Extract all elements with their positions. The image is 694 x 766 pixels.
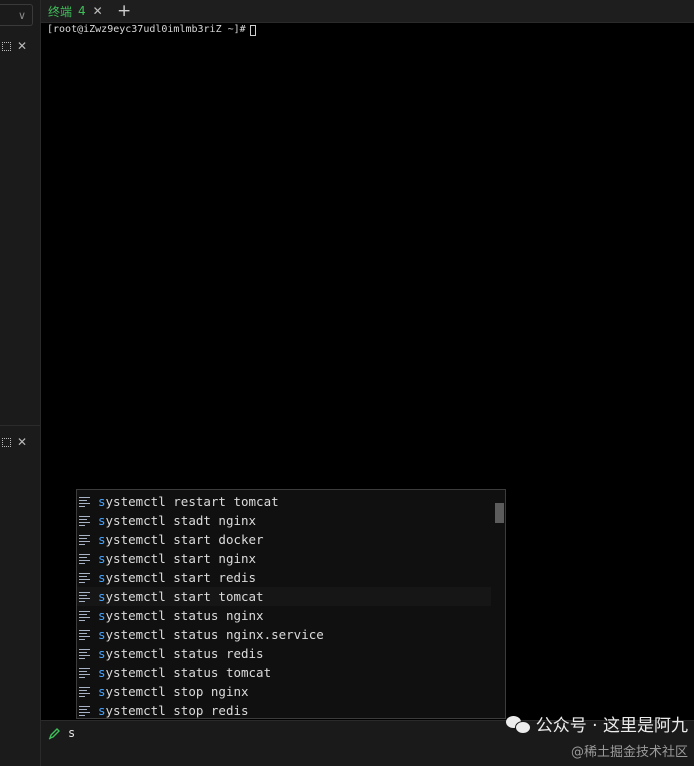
- command-suggestion: ystemctl stop redis: [105, 703, 249, 718]
- left-side-panel: ∨ ✕ ✕: [0, 0, 41, 766]
- match-prefix: s: [98, 570, 106, 585]
- history-list-icon: [79, 496, 93, 507]
- command-suggestion: ystemctl status nginx: [105, 608, 264, 623]
- pane-controls-bottom: ✕: [2, 436, 27, 448]
- close-tab-icon[interactable]: ✕: [93, 4, 103, 18]
- tab-title: 终端: [48, 4, 73, 19]
- match-prefix: s: [98, 703, 106, 718]
- history-list-icon: [79, 591, 93, 602]
- wechat-icon: [505, 714, 531, 734]
- expand-icon[interactable]: [2, 41, 11, 51]
- command-suggestion: ystemctl restart tomcat: [105, 494, 279, 509]
- pane-controls-top: ✕: [2, 40, 27, 52]
- chevron-down-icon[interactable]: ∨: [18, 9, 26, 22]
- watermark: 公众号 · 这里是阿九: [505, 711, 688, 736]
- command-suggestion: ystemctl start nginx: [105, 551, 257, 566]
- match-prefix: s: [98, 608, 106, 623]
- autocomplete-item[interactable]: s ystemctl stop redis: [77, 701, 491, 720]
- close-icon[interactable]: ✕: [17, 436, 27, 448]
- command-suggestion: ystemctl stop nginx: [105, 684, 249, 699]
- history-list-icon: [79, 515, 93, 526]
- autocomplete-item[interactable]: s ystemctl start tomcat: [77, 587, 491, 606]
- history-list-icon: [79, 667, 93, 678]
- pen-icon: [48, 727, 61, 743]
- command-suggestion: ystemctl start docker: [105, 532, 264, 547]
- autocomplete-item[interactable]: s ystemctl restart tomcat: [77, 492, 491, 511]
- match-prefix: s: [98, 513, 106, 528]
- autocomplete-item[interactable]: s ystemctl stadt nginx: [77, 511, 491, 530]
- command-suggestion: ystemctl start redis: [105, 570, 257, 585]
- match-prefix: s: [98, 684, 106, 699]
- history-list-icon: [79, 648, 93, 659]
- command-suggestion: ystemctl status tomcat: [105, 665, 272, 680]
- match-prefix: s: [98, 494, 106, 509]
- prompt-line: [root@iZwz9eyc37udl0imlmb3riZ ~]#: [47, 23, 256, 37]
- add-tab-button[interactable]: +: [117, 0, 131, 22]
- autocomplete-item[interactable]: s ystemctl start docker: [77, 530, 491, 549]
- match-prefix: s: [98, 551, 106, 566]
- history-list-icon: [79, 705, 93, 716]
- command-suggestion: ystemctl status redis: [105, 646, 264, 661]
- session-dropdown[interactable]: ∨: [0, 4, 33, 26]
- match-prefix: s: [98, 627, 106, 642]
- autocomplete-item[interactable]: s ystemctl stop nginx: [77, 682, 491, 701]
- match-prefix: s: [98, 532, 106, 547]
- history-list-icon: [79, 572, 93, 583]
- history-list-icon: [79, 610, 93, 621]
- text-cursor: [249, 24, 256, 36]
- command-suggestion: ystemctl status nginx.service: [105, 627, 324, 642]
- history-list-icon: [79, 534, 93, 545]
- plus-icon[interactable]: +: [117, 1, 131, 21]
- shell-prompt: [root@iZwz9eyc37udl0imlmb3riZ ~]#: [47, 24, 246, 35]
- tab-bar: 终端 4 ✕ +: [41, 0, 694, 23]
- autocomplete-item[interactable]: s ystemctl status tomcat: [77, 663, 491, 682]
- autocomplete-item[interactable]: s ystemctl status redis: [77, 644, 491, 663]
- history-list-icon: [79, 553, 93, 564]
- close-icon[interactable]: ✕: [17, 40, 27, 52]
- match-prefix: s: [98, 665, 106, 680]
- watermark-source: @稀土掘金技术社区: [570, 745, 688, 760]
- autocomplete-item[interactable]: s ystemctl status nginx.service: [77, 625, 491, 644]
- history-list-icon: [79, 686, 93, 697]
- autocomplete-item[interactable]: s ystemctl start redis: [77, 568, 491, 587]
- history-list-icon: [79, 629, 93, 640]
- pane-divider: [0, 425, 41, 426]
- autocomplete-popup: s ystemctl restart tomcat s ystemctl stadt …: [76, 489, 506, 719]
- autocomplete-item[interactable]: s ystemctl status nginx: [77, 606, 491, 625]
- tab-terminal-4[interactable]: 终端 4 ✕: [41, 0, 105, 22]
- autocomplete-list: s ystemctl restart tomcat s ystemctl stadt …: [77, 492, 491, 720]
- expand-icon[interactable]: [2, 437, 11, 447]
- match-prefix: s: [98, 646, 106, 661]
- watermark-text: 公众号 · 这里是阿九: [535, 716, 688, 736]
- match-prefix: s: [98, 589, 106, 604]
- autocomplete-item[interactable]: s ystemctl start nginx: [77, 549, 491, 568]
- command-suggestion: ystemctl start tomcat: [105, 589, 264, 604]
- tab-number: 4: [78, 4, 86, 18]
- scrollbar-thumb[interactable]: [495, 503, 504, 523]
- command-input[interactable]: s: [68, 726, 75, 740]
- command-suggestion: ystemctl stadt nginx: [105, 513, 257, 528]
